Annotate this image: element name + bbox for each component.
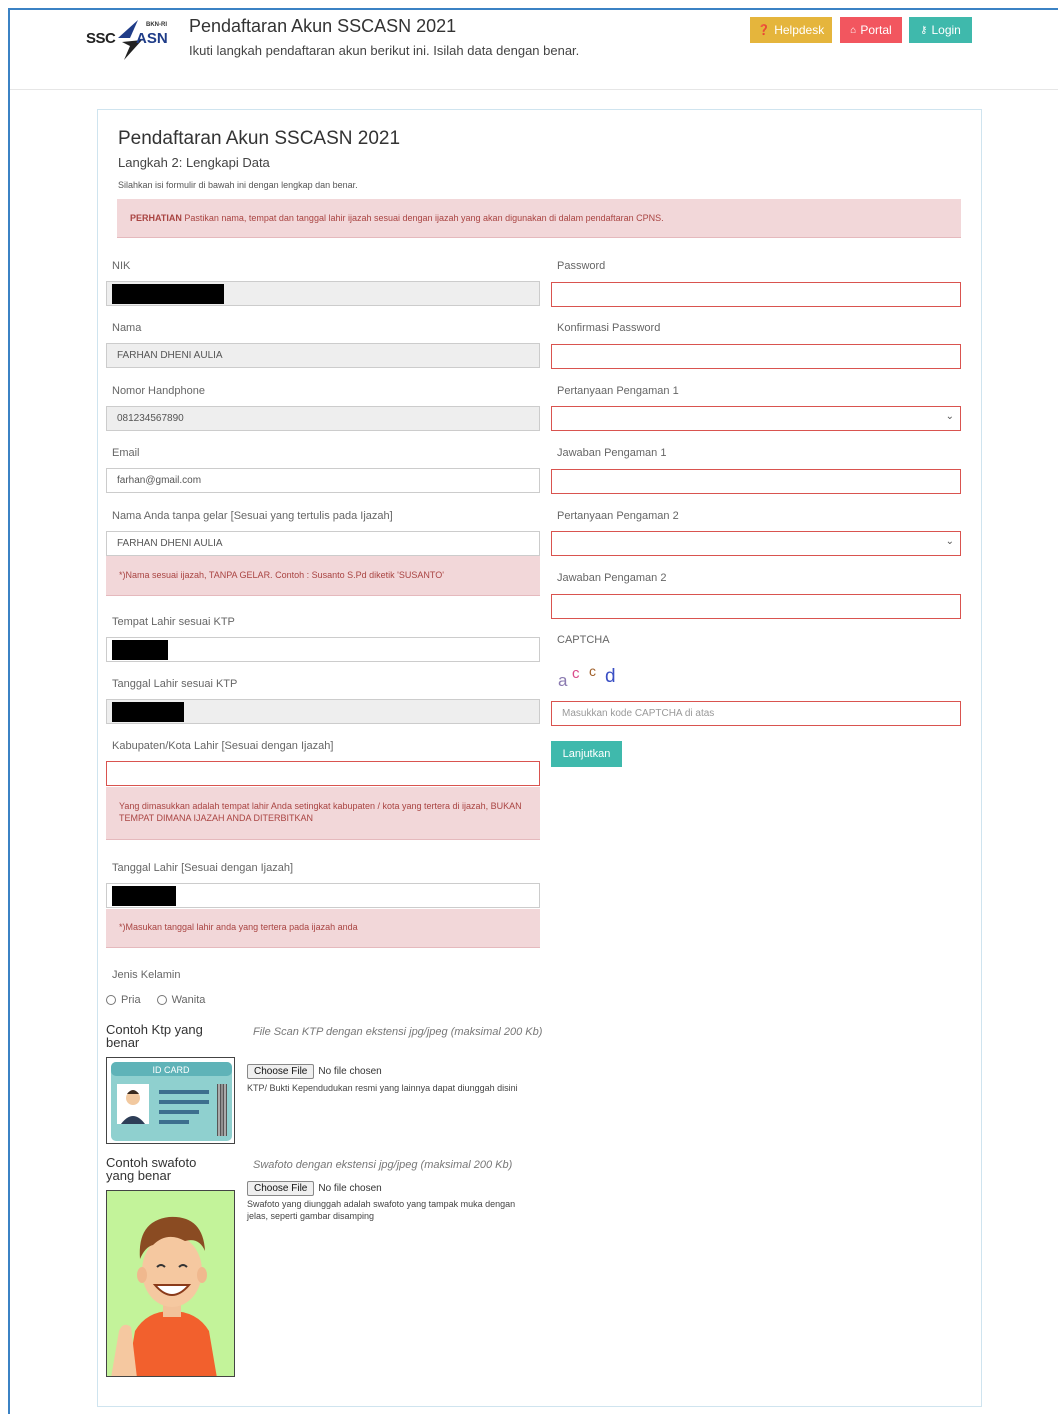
redacted-block (112, 702, 184, 722)
jawaban1-label: Jawaban Pengaman 1 (557, 447, 667, 459)
jawaban2-label: Jawaban Pengaman 2 (557, 572, 667, 584)
header-subtitle: Ikuti langkah pendaftaran akun berikut i… (189, 43, 580, 58)
tanggal-lahir-label: Tanggal Lahir sesuai KTP (112, 678, 238, 690)
swafoto-choose-file-button[interactable]: Choose File (247, 1181, 315, 1196)
chevron-down-icon: ⌄ (945, 536, 954, 547)
nama-ijazah-label: Nama Anda tanpa gelar [Sesuai yang tertu… (112, 510, 393, 522)
ktp-file-input[interactable]: Choose File No file chosen (247, 1064, 382, 1079)
jawaban1-field[interactable] (551, 469, 961, 494)
lanjutkan-button[interactable]: Lanjutkan (551, 741, 622, 767)
captcha-char: a (558, 671, 568, 690)
captcha-label: CAPTCHA (557, 634, 610, 646)
ktp-example-image: ID CARD (106, 1057, 235, 1144)
tempat-lahir-field[interactable] (106, 637, 540, 662)
gender-radio-group: Pria Wanita (106, 994, 205, 1006)
pertanyaan2-label: Pertanyaan Pengaman 2 (557, 510, 679, 522)
header-title: Pendaftaran Akun SSCASN 2021 (189, 16, 457, 36)
portal-label: Portal (860, 23, 892, 37)
tempat-lahir-label: Tempat Lahir sesuai KTP (112, 616, 235, 628)
key-icon: ⚷ (920, 24, 928, 36)
gender-option-wanita: Wanita (171, 994, 206, 1006)
captcha-char: c (589, 663, 596, 679)
swafoto-file-status: No file chosen (318, 1183, 382, 1194)
question-circle-icon: ❓ (757, 24, 771, 36)
swafoto-example-image (106, 1190, 235, 1377)
ktp-description: File Scan KTP dengan ekstensi jpg/jpeg (… (253, 1026, 543, 1038)
helpdesk-button[interactable]: ❓ Helpdesk (750, 17, 832, 43)
ktp-file-status: No file chosen (318, 1066, 382, 1077)
home-icon: ⌂ (850, 24, 857, 36)
sscasn-logo[interactable]: SSC BKN-RI ASN (86, 16, 178, 62)
nik-label: NIK (112, 260, 131, 272)
radio-circle[interactable] (106, 995, 116, 1005)
konfirmasi-password-field[interactable] (551, 344, 961, 369)
form-step: Langkah 2: Lengkapi Data (118, 155, 270, 170)
warning-alert: PERHATIAN Pastikan nama, tempat dan tang… (117, 199, 961, 238)
form-title: Pendaftaran Akun SSCASN 2021 (118, 128, 401, 149)
login-label: Login (931, 23, 961, 37)
password-field[interactable] (551, 282, 961, 307)
nama-ijazah-help: *)Nama sesuai ijazah, TANPA GELAR. Conto… (106, 556, 540, 596)
captcha-placeholder: Masukkan kode CAPTCHA di atas (562, 708, 715, 719)
hp-label: Nomor Handphone (112, 385, 205, 397)
nama-label: Nama (112, 322, 142, 334)
logo-bkn-text: BKN-RI (146, 22, 167, 28)
id-card-illustration: ID CARD (111, 1062, 232, 1141)
pertanyaan2-select[interactable]: ⌄ (551, 531, 961, 556)
ktp-choose-file-button[interactable]: Choose File (247, 1064, 315, 1079)
ktp-note: KTP/ Bukti Kependudukan resmi yang lainn… (247, 1083, 518, 1093)
redacted-block (112, 886, 176, 906)
swafoto-description: Swafoto dengan ekstensi jpg/jpeg (maksim… (253, 1159, 513, 1171)
konfirmasi-password-label: Konfirmasi Password (557, 322, 661, 334)
alert-text: Pastikan nama, tempat dan tanggal lahir … (184, 213, 664, 223)
kabupaten-label: Kabupaten/Kota Lahir [Sesuai dengan Ijaz… (112, 740, 334, 752)
password-label: Password (557, 260, 606, 272)
captcha-image: a c c d (558, 663, 616, 690)
gender-label: Jenis Kelamin (112, 969, 181, 981)
chevron-down-icon: ⌄ (945, 411, 954, 422)
swafoto-note: Swafoto yang diunggah adalah swafoto yan… (247, 1199, 516, 1221)
helpdesk-label: Helpdesk (774, 23, 825, 37)
nama-field[interactable]: FARHAN DHENI AULIA (106, 343, 540, 368)
pertanyaan1-select[interactable]: ⌄ (551, 406, 961, 431)
swafoto-example-title: Contoh swafoto yang benar (106, 1155, 197, 1183)
ktp-example-title: Contoh Ktp yang benar (106, 1022, 203, 1050)
login-button[interactable]: ⚷ Login (909, 17, 972, 43)
portal-button[interactable]: ⌂ Portal (840, 17, 902, 43)
tgl-ijazah-help: *)Masukan tanggal lahir anda yang terter… (106, 909, 540, 948)
nama-ijazah-field[interactable]: FARHAN DHENI AULIA (106, 531, 540, 556)
form-instruction: Silahkan isi formulir di bawah ini denga… (118, 180, 358, 190)
gender-radio-pria[interactable]: Pria (106, 994, 141, 1006)
email-label: Email (112, 447, 140, 459)
alert-label: PERHATIAN (130, 213, 182, 223)
tanggal-lahir-field[interactable] (106, 699, 540, 724)
redacted-block (112, 284, 224, 304)
redacted-block (112, 640, 168, 660)
kabupaten-field[interactable] (106, 761, 540, 786)
radio-circle[interactable] (156, 995, 167, 1005)
logo-asn-text: ASN (136, 30, 168, 47)
swafoto-file-input[interactable]: Choose File No file chosen (247, 1181, 382, 1196)
kabupaten-help: Yang dimasukkan adalah tempat lahir Anda… (106, 787, 540, 840)
tgl-ijazah-field[interactable] (106, 883, 540, 908)
pertanyaan1-label: Pertanyaan Pengaman 1 (557, 385, 679, 397)
tgl-ijazah-label: Tanggal Lahir [Sesuai dengan Ijazah] (112, 862, 294, 874)
gender-radio-wanita[interactable]: Wanita (156, 994, 206, 1006)
hp-field[interactable]: 081234567890 (106, 406, 540, 431)
jawaban2-field[interactable] (551, 594, 961, 619)
selfie-illustration (107, 1191, 234, 1376)
nik-field[interactable] (106, 281, 540, 306)
captcha-char: c (572, 665, 580, 682)
window-frame-left (8, 8, 10, 1414)
gender-option-pria: Pria (121, 994, 141, 1006)
logo-ssc-text: SSC (86, 30, 116, 47)
id-card-label: ID CARD (152, 1065, 190, 1075)
captcha-char: d (605, 666, 616, 687)
email-field[interactable]: farhan@gmail.com (106, 468, 540, 493)
captcha-input[interactable]: Masukkan kode CAPTCHA di atas (551, 701, 961, 726)
